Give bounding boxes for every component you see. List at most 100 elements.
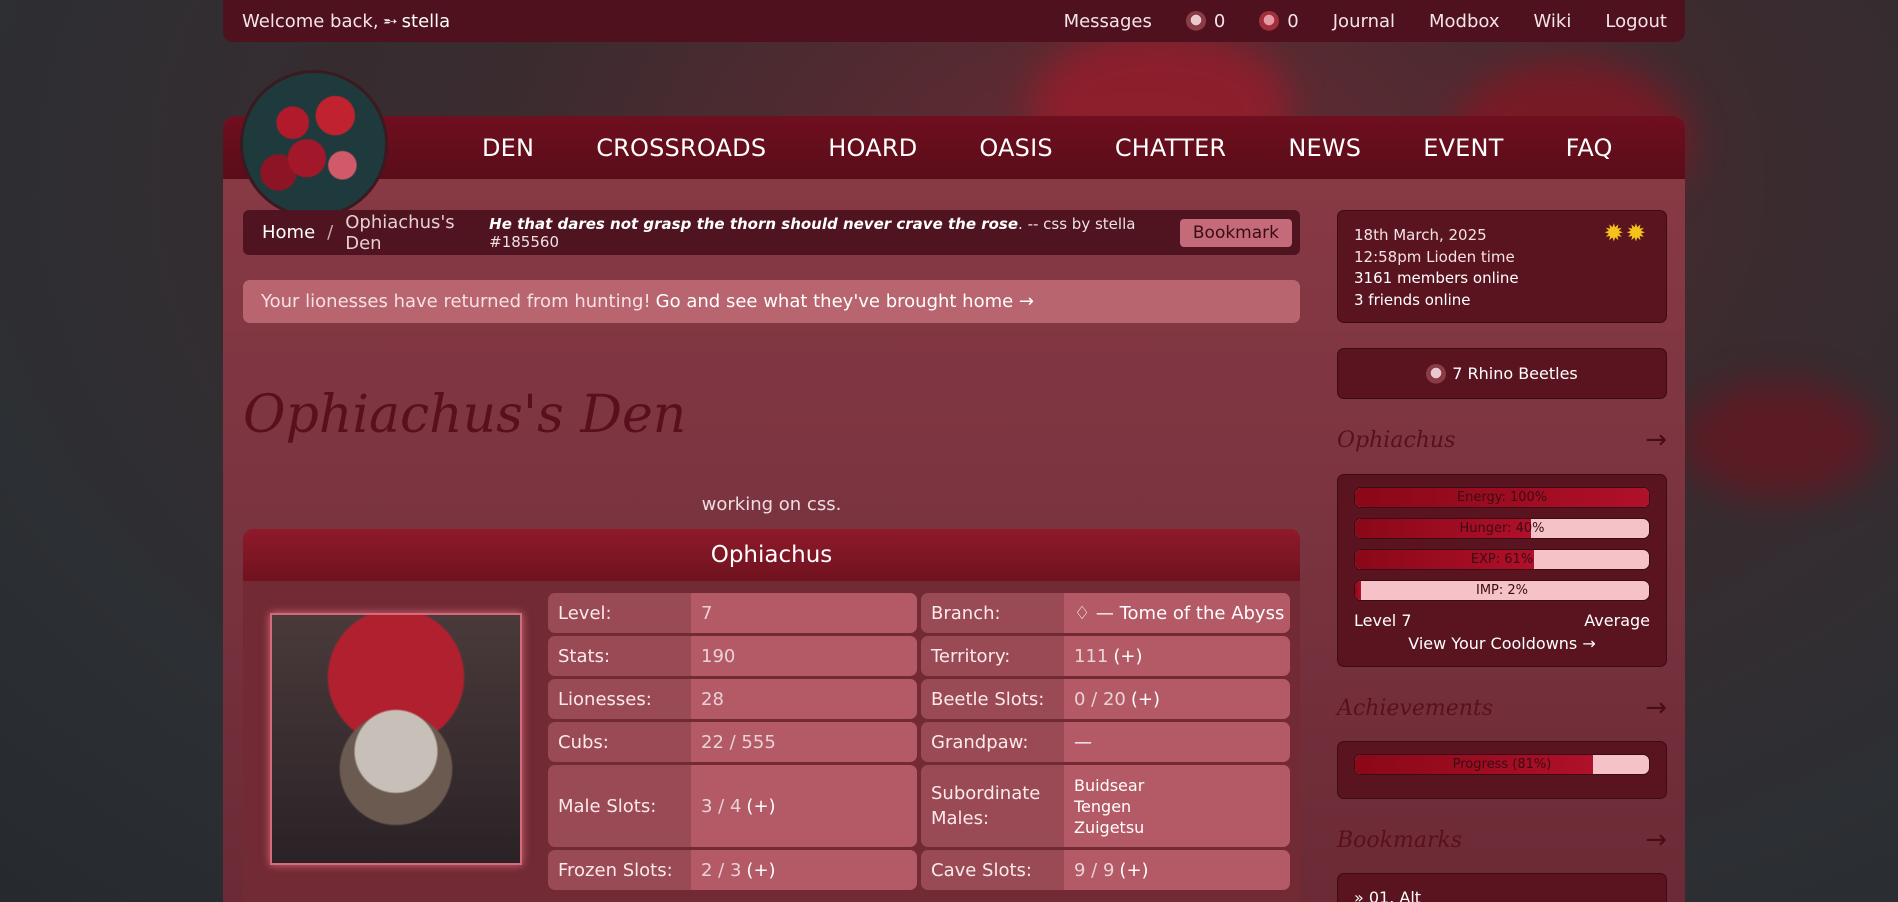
level-text: Level 7 — [1354, 611, 1412, 630]
current-time: 12:58pm Lioden time — [1354, 247, 1515, 266]
nav-hoard[interactable]: HOARD — [828, 134, 917, 162]
messages-link[interactable]: Messages — [1064, 11, 1152, 32]
modbox-link[interactable]: Modbox — [1429, 11, 1500, 32]
achievements-heading[interactable]: Achievements → — [1337, 693, 1667, 723]
bar-label: Hunger: 40% — [1459, 521, 1545, 536]
stat-value: 7 — [691, 593, 917, 633]
add-territory-button[interactable]: (+) — [1113, 646, 1142, 667]
add-beetle-slot-button[interactable]: (+) — [1131, 689, 1160, 710]
stat-cubs: Cubs: 22 / 555 — [548, 722, 917, 762]
nav-faq[interactable]: FAQ — [1566, 134, 1613, 162]
achievements-heading-text: Achievements — [1337, 695, 1494, 721]
stat-level: Level: 7 — [548, 593, 917, 633]
stat-value-text: — — [1074, 731, 1092, 753]
nav-den[interactable]: DEN — [482, 134, 534, 162]
stat-label: Cubs: — [548, 722, 691, 762]
username-link[interactable]: stella — [402, 11, 451, 32]
stat-value-text: 0 / 20 — [1074, 688, 1126, 710]
stat-value: 22 / 555 — [691, 722, 917, 762]
stat-male-slots: Male Slots: 3 / 4 (+) — [548, 765, 917, 847]
add-frozen-slot-button[interactable]: (+) — [746, 860, 775, 881]
lion-panel: Ophiachus Level: 7 Stats: 190 Lionesses:… — [243, 529, 1300, 902]
stat-value: Buidsear Tengen Zuigetsu — [1064, 765, 1290, 847]
stat-territory: Territory: 111 (+) — [921, 636, 1290, 676]
bar-label: Progress (81%) — [1452, 757, 1552, 772]
alert-link[interactable]: Go and see what they've brought home → — [656, 291, 1034, 312]
date-info-box: 18th March, 2025 12:58pm Lioden time 316… — [1337, 210, 1667, 323]
nav-oasis[interactable]: OASIS — [979, 134, 1052, 162]
lion-image[interactable] — [270, 613, 522, 865]
lion-heading-text: Ophiachus — [1337, 427, 1456, 453]
energy-bar: Energy: 100% — [1354, 487, 1650, 508]
lion-name-header: Ophiachus — [243, 529, 1300, 581]
welcome-prefix: Welcome back, — [242, 10, 379, 32]
stat-label: Subordinate Males: — [921, 765, 1064, 847]
nav-event[interactable]: EVENT — [1423, 134, 1503, 162]
bookmark-button[interactable]: Bookmark — [1179, 218, 1292, 247]
rhino-beetles-count: 7 Rhino Beetles — [1452, 364, 1578, 383]
stat-cave-slots: Cave Slots: 9 / 9 (+) — [921, 850, 1290, 890]
quote-text: He that dares not grasp the thorn should… — [489, 214, 1019, 233]
breadcrumb-separator: / — [327, 222, 334, 243]
view-cooldowns-link[interactable]: View Your Cooldowns → — [1354, 634, 1650, 653]
stat-value-text: 111 — [1074, 645, 1109, 667]
bookmarks-heading-text: Bookmarks — [1337, 827, 1463, 853]
wiki-link[interactable]: Wiki — [1534, 11, 1572, 32]
stat-label: Cave Slots: — [921, 850, 1064, 890]
bar-label: IMP: 2% — [1475, 583, 1529, 598]
stat-frozen-slots: Frozen Slots: 2 / 3 (+) — [548, 850, 917, 890]
add-cave-slot-button[interactable]: (+) — [1119, 860, 1148, 881]
breadcrumb: Home / Ophiachus's Den He that dares not… — [243, 210, 1300, 255]
main-nav: DEN CROSSROADS HOARD OASIS CHATTER NEWS … — [482, 116, 1613, 179]
stat-value: 111 (+) — [1064, 636, 1290, 676]
stat-value-text: 2 / 3 — [701, 859, 742, 881]
nav-crossroads[interactable]: CROSSROADS — [596, 134, 766, 162]
beetle-icon — [1185, 11, 1206, 31]
stat-value: — — [1064, 722, 1290, 762]
bookmark-item[interactable]: » 01. Alt — [1354, 888, 1650, 902]
site-logo-roses[interactable] — [240, 70, 388, 218]
friends-online[interactable]: 3 friends online — [1354, 290, 1650, 312]
members-online[interactable]: 3161 members online — [1354, 268, 1650, 290]
lion-sidebar-heading[interactable]: Ophiachus → — [1337, 425, 1667, 455]
breadcrumb-home[interactable]: Home — [262, 222, 315, 243]
subordinate-male-link[interactable]: Tengen — [1074, 796, 1131, 817]
nav-news[interactable]: NEWS — [1288, 134, 1361, 162]
beetle-count-value: 0 — [1213, 10, 1226, 32]
beetle-count-value: 0 — [1287, 10, 1299, 32]
arrow-right-icon[interactable]: → — [1645, 425, 1667, 455]
beetle-counter-1[interactable]: 0 — [1185, 10, 1226, 32]
stat-value-text: 28 — [701, 688, 724, 710]
breadcrumb-current: Ophiachus's Den — [345, 211, 455, 254]
stat-value-text: 7 — [701, 602, 713, 624]
beetle-counter-2[interactable]: 0 — [1259, 10, 1299, 32]
stat-value-text: 22 / 555 — [701, 731, 776, 753]
sun-icon: ✹✹ — [1603, 219, 1648, 247]
logout-link[interactable]: Logout — [1605, 11, 1667, 32]
add-male-slot-button[interactable]: (+) — [746, 796, 775, 817]
stat-label: Grandpaw: — [921, 722, 1064, 762]
bookmarks-heading[interactable]: Bookmarks → — [1337, 825, 1667, 855]
alert-text: Your lionesses have returned from huntin… — [261, 291, 651, 312]
stat-value-text: 9 / 9 — [1074, 859, 1115, 881]
stat-beetle-slots: Beetle Slots: 0 / 20 (+) — [921, 679, 1290, 719]
stat-grandpaw: Grandpaw: — — [921, 722, 1290, 762]
stat-subordinate-males: Subordinate Males: Buidsear Tengen Zuige… — [921, 765, 1290, 847]
journal-link[interactable]: Journal — [1333, 11, 1395, 32]
arrow-right-icon[interactable]: → — [1645, 693, 1667, 723]
rhino-beetles-box[interactable]: 7 Rhino Beetles — [1337, 348, 1667, 399]
subordinate-male-link[interactable]: Zuigetsu — [1074, 817, 1144, 838]
stat-label: Frozen Slots: — [548, 850, 691, 890]
stat-value[interactable]: ♢ — Tome of the Abyss — [1064, 593, 1290, 633]
imp-bar: IMP: 2% — [1354, 580, 1650, 601]
average-text: Average — [1584, 611, 1650, 630]
nav-chatter[interactable]: CHATTER — [1115, 134, 1227, 162]
stat-label: Lionesses: — [548, 679, 691, 719]
red-beetle-icon — [1259, 11, 1280, 31]
subordinate-male-link[interactable]: Buidsear — [1074, 775, 1144, 796]
arrow-right-icon[interactable]: → — [1645, 825, 1667, 855]
stat-value-text: 3 / 4 — [701, 795, 742, 817]
stat-label: Male Slots: — [548, 765, 691, 847]
stat-label: Beetle Slots: — [921, 679, 1064, 719]
arrow-icon: ➵ — [382, 10, 398, 32]
